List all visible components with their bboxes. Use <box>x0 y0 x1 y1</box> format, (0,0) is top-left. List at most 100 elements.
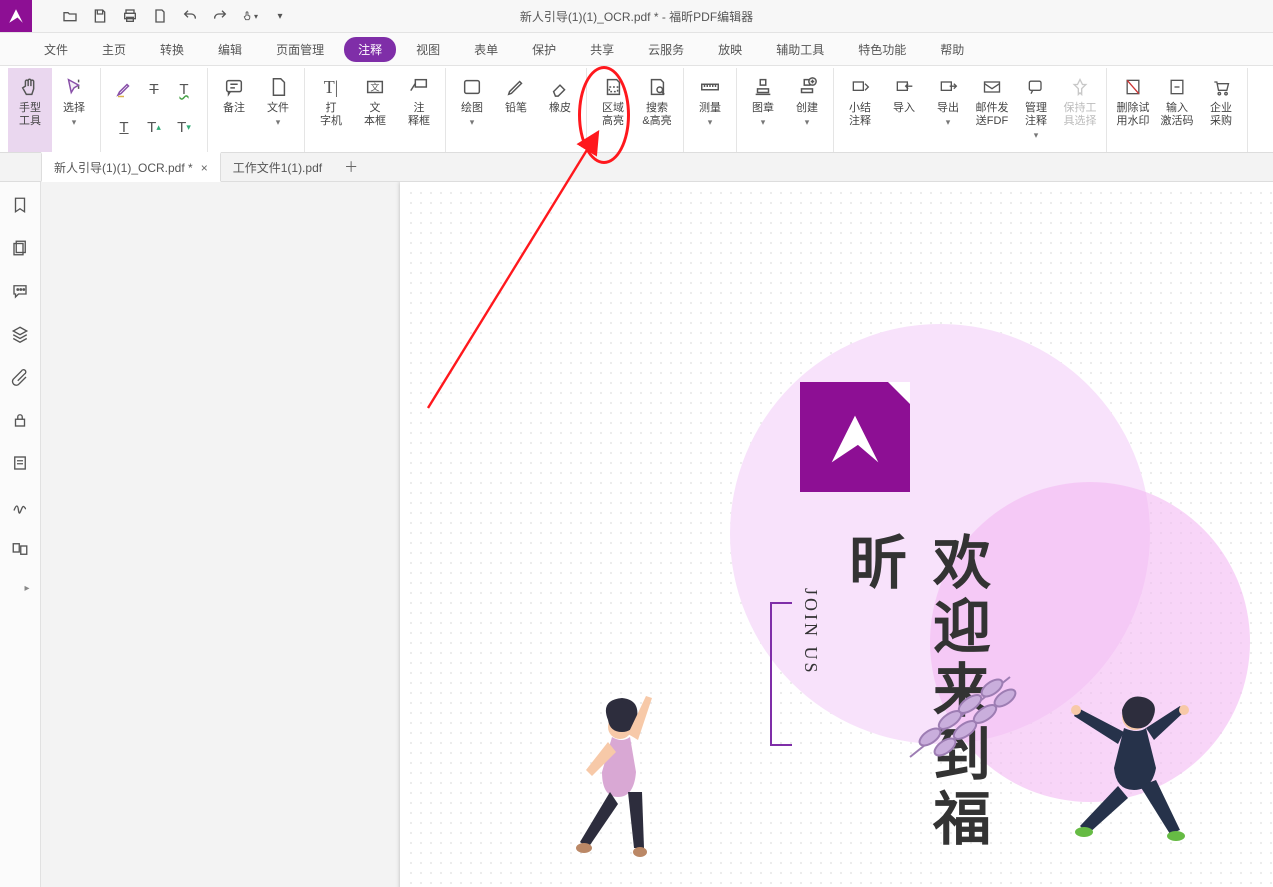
callout-button[interactable]: 注 释框 <box>397 68 441 152</box>
chevron-down-icon: ▾ <box>761 117 766 128</box>
file-icon <box>267 74 289 100</box>
menu-feature[interactable]: 特色功能 <box>844 37 920 62</box>
area-highlight-icon <box>602 74 624 100</box>
open-icon[interactable] <box>62 8 78 24</box>
pencil-icon <box>505 74 527 100</box>
hand-tool-button[interactable]: 手型 工具 <box>8 68 52 152</box>
menu-share[interactable]: 共享 <box>576 37 628 62</box>
attachments-icon[interactable] <box>11 368 29 389</box>
menu-page[interactable]: 页面管理 <box>262 37 338 62</box>
mail-fdf-button[interactable]: 邮件发 送FDF <box>970 68 1014 152</box>
text-format-group: T T T T▴ T▾ <box>105 68 203 152</box>
strikethrough-icon[interactable]: T <box>145 80 163 98</box>
textbox-icon: 文 <box>364 74 386 100</box>
enterprise-button[interactable]: 企业 采购 <box>1199 68 1243 152</box>
decor-person-left <box>550 672 680 882</box>
drawing-button[interactable]: 绘图 ▾ <box>450 68 494 152</box>
file-attach-button[interactable]: 文件 ▾ <box>256 68 300 152</box>
menu-slideshow[interactable]: 放映 <box>704 37 756 62</box>
remove-watermark-button[interactable]: 删除试 用水印 <box>1111 68 1155 152</box>
blank-doc-icon[interactable] <box>152 8 168 24</box>
typewriter-icon: T| <box>324 74 339 100</box>
touch-mode-icon[interactable]: ▾ <box>242 8 258 24</box>
foxit-logo-icon <box>800 382 910 492</box>
menu-home[interactable]: 主页 <box>88 37 140 62</box>
callout-icon <box>408 74 430 100</box>
decor-bracket <box>770 602 792 746</box>
textbox-button[interactable]: 文 文 本框 <box>353 68 397 152</box>
qat-customize-icon[interactable]: ▾ <box>272 8 288 24</box>
stamp-icon <box>752 74 774 100</box>
decor-person-right <box>1040 682 1200 882</box>
menu-edit[interactable]: 编辑 <box>204 37 256 62</box>
close-icon[interactable]: × <box>201 161 208 175</box>
keep-selection-button[interactable]: 保持工 具选择 <box>1058 68 1102 152</box>
layers-icon[interactable] <box>11 325 29 346</box>
note-button[interactable]: 备注 <box>212 68 256 152</box>
pencil-button[interactable]: 铅笔 <box>494 68 538 152</box>
compare-icon[interactable] <box>11 540 29 561</box>
doc-tab-label: 新人引导(1)(1)_OCR.pdf * <box>54 159 193 176</box>
menu-help[interactable]: 帮助 <box>926 37 978 62</box>
measure-button[interactable]: 测量 ▾ <box>688 68 732 152</box>
select-button[interactable]: 选择 ▾ <box>52 68 96 152</box>
chevron-down-icon: ▾ <box>1034 130 1039 141</box>
area-highlight-button[interactable]: 区域 高亮 <box>591 68 635 152</box>
typewriter-button[interactable]: T| 打 字机 <box>309 68 353 152</box>
chevron-down-icon: ▾ <box>708 117 713 128</box>
menu-protect[interactable]: 保护 <box>518 37 570 62</box>
menu-cloud[interactable]: 云服务 <box>634 37 698 62</box>
print-icon[interactable] <box>122 8 138 24</box>
import-button[interactable]: 导入 <box>882 68 926 152</box>
underline-squiggle-icon[interactable]: T <box>175 80 193 98</box>
eraser-button[interactable]: 橡皮 <box>538 68 582 152</box>
chevron-down-icon: ▾ <box>805 117 810 128</box>
save-icon[interactable] <box>92 8 108 24</box>
replace-text-icon[interactable]: T▾ <box>175 118 193 136</box>
doc-tab-label: 工作文件1(1).pdf <box>233 159 322 176</box>
import-icon <box>894 74 914 100</box>
svg-text:文: 文 <box>370 82 379 93</box>
doc-tab-1[interactable]: 工作文件1(1).pdf <box>221 154 334 181</box>
add-tab-button[interactable]: ＋ <box>334 157 368 177</box>
manage-comments-button[interactable]: 管理 注释 ▾ <box>1014 68 1058 152</box>
search-highlight-button[interactable]: 搜索 &高亮 <box>635 68 679 152</box>
create-button[interactable]: 创建 ▾ <box>785 68 829 152</box>
fields-icon[interactable] <box>11 454 29 475</box>
summary-icon <box>850 74 870 100</box>
doc-tab-0[interactable]: 新人引导(1)(1)_OCR.pdf * × <box>41 152 221 182</box>
menu-assist[interactable]: 辅助工具 <box>762 37 838 62</box>
underline-icon[interactable]: T <box>115 118 133 136</box>
insert-text-icon[interactable]: T▴ <box>145 118 163 136</box>
export-button[interactable]: 导出 ▾ <box>926 68 970 152</box>
comments-icon[interactable] <box>11 282 29 303</box>
eraser-icon <box>549 74 571 100</box>
pages-icon[interactable] <box>11 239 29 260</box>
decor-leaf-icon <box>900 662 1030 772</box>
export-icon <box>938 74 958 100</box>
menu-form[interactable]: 表单 <box>460 37 512 62</box>
menu-file[interactable]: 文件 <box>30 37 82 62</box>
menu-convert[interactable]: 转换 <box>146 37 198 62</box>
ribbon: 手型 工具 选择 ▾ T T T T▴ T▾ 备注 文件 ▾ T| <box>0 66 1273 153</box>
key-icon <box>1167 74 1187 100</box>
signature-icon[interactable] <box>11 497 29 518</box>
highlight-icon[interactable] <box>115 80 133 98</box>
menu-annotate[interactable]: 注释 <box>344 37 396 62</box>
panel-expand-icon[interactable]: ▸ <box>24 583 29 594</box>
note-icon <box>223 74 245 100</box>
activation-code-button[interactable]: 输入 激活码 <box>1155 68 1199 152</box>
menu-view[interactable]: 视图 <box>402 37 454 62</box>
welcome-subtitle: JOIN US <box>800 588 821 676</box>
menubar: 文件 主页 转换 编辑 页面管理 注释 视图 表单 保护 共享 云服务 放映 辅… <box>0 33 1273 66</box>
redo-icon[interactable] <box>212 8 228 24</box>
document-canvas[interactable]: JOIN US 欢迎来到福昕 <box>41 182 1273 887</box>
security-icon[interactable] <box>11 411 29 432</box>
hand-icon <box>19 74 41 100</box>
undo-icon[interactable] <box>182 8 198 24</box>
ruler-icon <box>699 74 721 100</box>
bookmark-icon[interactable] <box>11 196 29 217</box>
stamp-button[interactable]: 图章 ▾ <box>741 68 785 152</box>
summarize-button[interactable]: 小结 注释 <box>838 68 882 152</box>
search-highlight-icon <box>646 74 668 100</box>
